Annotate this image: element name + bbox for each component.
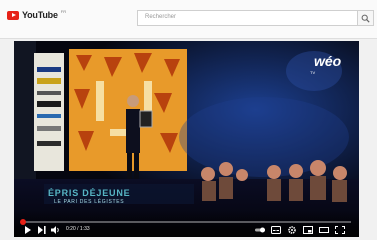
volume-icon[interactable] [51,226,61,234]
logo-country-code: FR [60,8,67,14]
video-player[interactable]: ÉPRIS DÉJEUNE LE PARI DES LÉGISTES wéo T… [14,41,359,237]
browser-window: YouTube FR Rechercher ÉPRIS DÉJEUNE LE P… [0,0,377,240]
subtitles-icon[interactable] [271,226,281,234]
theater-mode-icon[interactable] [319,226,329,234]
settings-gear-icon[interactable] [287,226,297,234]
player-controls: 0:20 / 1:33 [14,211,359,237]
lower-third-subtitle: LE PARI DES LÉGISTES [54,199,125,205]
lower-third-title: ÉPRIS DÉJEUNE [48,188,131,198]
youtube-logo[interactable]: YouTube FR [7,8,67,20]
search-placeholder: Rechercher [145,14,177,20]
next-icon[interactable] [37,226,47,234]
fullscreen-icon[interactable] [335,226,345,234]
video-frame [14,41,359,237]
autoplay-toggle-icon[interactable] [255,226,265,234]
scrubber-handle[interactable] [20,219,26,225]
progress-fill [20,219,26,225]
search-input[interactable]: Rechercher [137,10,358,26]
youtube-header: YouTube FR Rechercher [0,0,377,39]
search-icon [361,14,370,23]
miniplayer-icon[interactable] [303,226,313,234]
search-button[interactable] [358,10,374,26]
progress-bar[interactable] [20,219,351,225]
time-display: 0:20 / 1:33 [66,226,90,232]
youtube-play-icon [7,10,19,20]
play-icon[interactable] [23,226,33,234]
channel-watermark-sub: TV [310,70,316,75]
logo-text: YouTube [22,10,58,20]
channel-watermark: wéo [314,53,342,69]
